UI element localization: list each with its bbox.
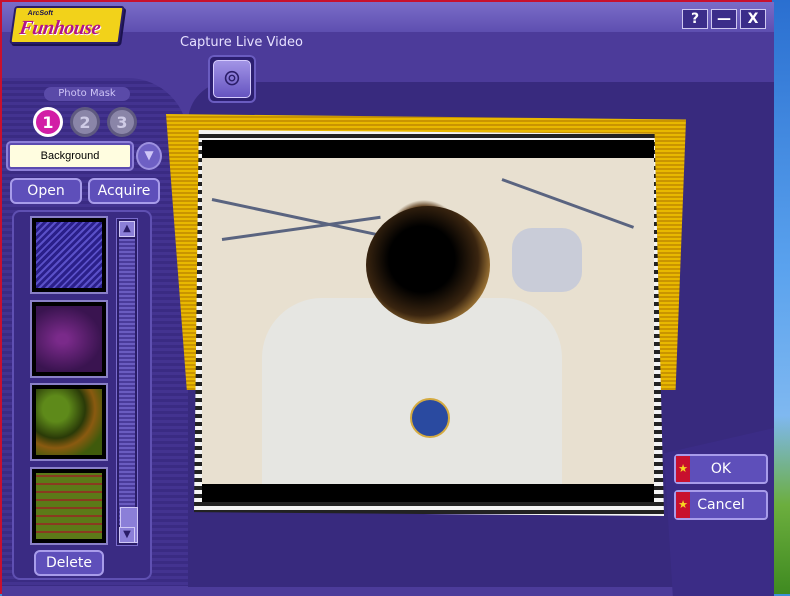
open-button[interactable]: Open	[10, 178, 82, 204]
app-logo: ArcSoft Funhouse	[9, 6, 125, 44]
astronaut-suit	[262, 298, 562, 484]
delete-button[interactable]: Delete	[34, 550, 104, 576]
star-icon: ★	[676, 492, 690, 518]
cancel-label: Cancel	[697, 497, 745, 513]
step-2-button[interactable]: 2	[70, 107, 100, 137]
minimize-button[interactable]: —	[711, 9, 737, 29]
ok-label: OK	[710, 461, 732, 477]
cancel-button[interactable]: ★ Cancel	[674, 490, 768, 520]
close-button[interactable]: X	[740, 9, 766, 29]
astronaut-photo	[202, 158, 654, 484]
photo-mask-label: Photo Mask	[44, 87, 130, 101]
app-window: ArcSoft Funhouse ? — X Capture Live Vide…	[0, 0, 774, 596]
logo-brand: ArcSoft	[27, 10, 54, 17]
capture-video-label: Capture Live Video	[180, 35, 303, 50]
thumbnail-item[interactable]	[30, 383, 108, 461]
astronaut-glove	[512, 228, 582, 292]
step-3-button[interactable]: 3	[107, 107, 137, 137]
astronaut-helmet	[366, 206, 490, 324]
background-dropdown[interactable]: Background	[8, 143, 132, 169]
step-1-button[interactable]: 1	[33, 107, 63, 137]
thumbnail-scrollbar[interactable]: ▲ ▼	[116, 218, 138, 546]
acquire-button[interactable]: Acquire	[88, 178, 160, 204]
thumbnail-item[interactable]	[30, 300, 108, 378]
logo-title: Funhouse	[18, 17, 102, 39]
scroll-track[interactable]	[119, 239, 138, 543]
capture-video-button[interactable]: ⊚	[208, 55, 256, 103]
thumbnail-image	[36, 389, 102, 455]
star-icon: ★	[676, 456, 690, 482]
thumbnail-image	[36, 222, 102, 288]
photo-detail	[501, 178, 635, 229]
video-camera-icon: ⊚	[213, 60, 251, 98]
mission-patch	[410, 398, 450, 438]
thumbnail-item[interactable]	[30, 467, 108, 545]
photo-preview[interactable]	[202, 140, 654, 502]
thumbnail-item[interactable]	[30, 216, 108, 294]
scroll-down-icon[interactable]: ▼	[119, 527, 135, 543]
thumbnail-image	[36, 306, 102, 372]
ok-button[interactable]: ★ OK	[674, 454, 768, 484]
chevron-down-icon[interactable]: ▼	[136, 142, 162, 170]
scroll-up-icon[interactable]: ▲	[119, 221, 135, 237]
thumbnail-image	[36, 473, 102, 539]
help-button[interactable]: ?	[682, 9, 708, 29]
